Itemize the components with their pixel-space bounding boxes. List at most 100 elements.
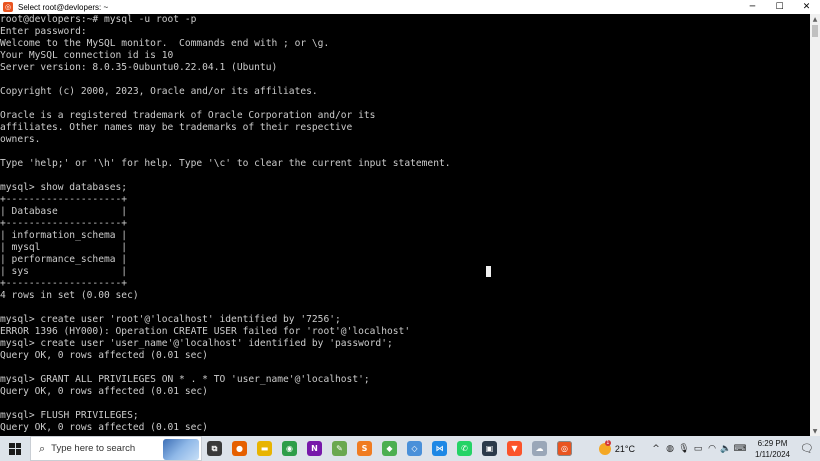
terminal-line: | mysql | [0, 242, 128, 253]
terminal-line: | performance_schema | [0, 254, 128, 265]
minimize-button[interactable]: ─ [739, 0, 766, 14]
taskbar: ⌕ ⧉ ● ▬ ◉ N ✎ S ◆ ◇ ⋈ ✆ ▣ ▼ ☁ ◎ 1 21°C ^◍🎙▭◠🔈⌨ 6:29 PM… [0, 436, 820, 461]
terminal-line: Copyright (c) 2000, 2023, Oracle and/or … [0, 86, 318, 97]
app-green-icon: ◆ [382, 441, 397, 456]
terminal-line: mysql> FLUSH PRIVILEGES; [0, 410, 139, 421]
terminal-line: | Database | [0, 206, 128, 217]
terminal-line: +--------------------+ [0, 218, 128, 229]
terminal-lines: root@devlopers:~# mysql -u root -p Enter … [0, 14, 810, 434]
start-button[interactable] [0, 436, 30, 461]
cloud-app-icon: ☁ [532, 441, 547, 456]
scroll-up-icon[interactable]: ▲ [810, 14, 820, 24]
terminal-line: | sys | [0, 266, 128, 277]
battery-icon[interactable]: ▭ [691, 444, 705, 454]
taskbar-app-button[interactable]: ▣ [477, 436, 502, 461]
taskbar-apps: ⧉ ● ▬ ◉ N ✎ S ◆ ◇ ⋈ ✆ ▣ ▼ ☁ ◎ [202, 436, 577, 461]
terminal-line: +--------------------+ [0, 194, 128, 205]
system-tray: 1 21°C ^ ◍ 🎙 ▭ ◠ 🔈 ⌨ 6:29 PM 1/11/2024 🗨 [598, 436, 820, 461]
text-cursor [486, 266, 491, 277]
monitor-app-icon: ▣ [482, 441, 497, 456]
vscode-icon: ⋈ [432, 441, 447, 456]
window-titlebar[interactable]: ◎ Select root@devlopers: ~ ─ ☐ ✕ [0, 0, 820, 14]
brave-icon: ▼ [507, 441, 522, 456]
close-button[interactable]: ✕ [793, 0, 820, 14]
onenote-icon: N [307, 441, 322, 456]
notifications-icon[interactable]: 🗨 [798, 442, 816, 455]
terminal-app-icon: ◎ [3, 2, 13, 12]
taskbar-app-button[interactable]: ◇ [402, 436, 427, 461]
terminal-line: +--------------------+ [0, 278, 128, 289]
taskbar-app-button[interactable]: ▬ [252, 436, 277, 461]
terminal-line: Query OK, 0 rows affected (0.01 sec) [0, 350, 208, 361]
terminal-line: mysql> GRANT ALL PRIVILEGES ON * . * TO … [0, 374, 370, 385]
terminal-line: affiliates. Other names may be trademark… [0, 122, 353, 133]
taskbar-app-button[interactable]: ◆ [377, 436, 402, 461]
taskbar-app-button[interactable]: ◉ [277, 436, 302, 461]
terminal-line: Type 'help;' or '\h' for help. Type '\c'… [0, 158, 451, 169]
taskbar-app-button[interactable]: ⋈ [427, 436, 452, 461]
taskbar-app-button[interactable]: ✎ [327, 436, 352, 461]
scrollbar-thumb[interactable] [812, 25, 818, 37]
terminal-line: mysql> create user 'user_name'@'localhos… [0, 338, 393, 349]
taskbar-app-button[interactable]: ● [227, 436, 252, 461]
wifi-icon[interactable]: ◠ [705, 444, 719, 454]
windows-logo-icon [9, 442, 21, 455]
taskbar-clock[interactable]: 6:29 PM 1/11/2024 [755, 438, 790, 460]
taskbar-app-button[interactable]: ◎ [552, 436, 577, 461]
terminal-line: mysql> create user 'root'@'localhost' id… [0, 314, 341, 325]
volume-icon[interactable]: 🔈 [719, 444, 733, 454]
clock-date: 1/11/2024 [755, 449, 790, 459]
terminal-scrollbar[interactable]: ▲ ▼ [810, 14, 820, 436]
chevron-up-icon[interactable]: ^ [649, 444, 663, 454]
sublime-icon: S [357, 441, 372, 456]
tray-icons: ^ ◍ 🎙 ▭ ◠ 🔈 ⌨ [649, 444, 747, 454]
terminal-line: root@devlopers:~# mysql -u root -p [0, 14, 197, 25]
scroll-down-icon[interactable]: ▼ [810, 426, 820, 436]
terminal-line: Welcome to the MySQL monitor. Commands e… [0, 38, 330, 49]
microphone-icon[interactable]: 🎙 [677, 444, 691, 454]
terminal-line: Enter password: [0, 26, 87, 37]
ubuntu-terminal-icon: ◎ [557, 441, 572, 456]
taskbar-search[interactable]: ⌕ [30, 436, 202, 461]
taskbar-app-button[interactable]: ✆ [452, 436, 477, 461]
taskbar-app-button[interactable]: ⧉ [202, 436, 227, 461]
clock-time: 6:29 PM [757, 438, 788, 448]
terminal-line: ERROR 1396 (HY000): Operation CREATE USE… [0, 326, 411, 337]
taskbar-app-button[interactable]: ☁ [527, 436, 552, 461]
weather-widget[interactable]: 1 21°C [598, 439, 635, 455]
keyboard-icon[interactable]: ⌨ [733, 444, 747, 454]
terminal-line: | information_schema | [0, 230, 128, 241]
taskbar-app-button[interactable]: ▼ [502, 436, 527, 461]
app-diamond-icon: ◇ [407, 441, 422, 456]
taskbar-app-button[interactable]: N [302, 436, 327, 461]
weather-icon: 1 [598, 439, 611, 455]
task-view-icon: ⧉ [207, 441, 222, 456]
window-title: Select root@devlopers: ~ [18, 2, 109, 12]
terminal-output[interactable]: root@devlopers:~# mysql -u root -p Enter … [0, 14, 810, 436]
search-input[interactable] [51, 443, 152, 454]
terminal-line: 4 rows in set (0.00 sec) [0, 290, 139, 301]
terminal-line: Server version: 8.0.35-0ubuntu0.22.04.1 … [0, 62, 278, 73]
weather-badge: 1 [604, 439, 611, 446]
terminal-line: Query OK, 0 rows affected (0.01 sec) [0, 386, 208, 397]
whatsapp-icon: ✆ [457, 441, 472, 456]
terminal-line: Your MySQL connection id is 10 [0, 50, 174, 61]
weather-temp: 21°C [614, 443, 635, 454]
terminal-line: owners. [0, 134, 41, 145]
window-controls: ─ ☐ ✕ [739, 0, 820, 14]
network-icon[interactable]: ◍ [663, 444, 677, 454]
notepad-plus-icon: ✎ [332, 441, 347, 456]
taskbar-app-button[interactable]: S [352, 436, 377, 461]
terminal-line: mysql> show databases; [0, 182, 128, 193]
file-explorer-icon: ▬ [257, 441, 272, 456]
chrome-icon: ◉ [282, 441, 297, 456]
firefox-icon: ● [232, 441, 247, 456]
maximize-button[interactable]: ☐ [766, 0, 793, 14]
